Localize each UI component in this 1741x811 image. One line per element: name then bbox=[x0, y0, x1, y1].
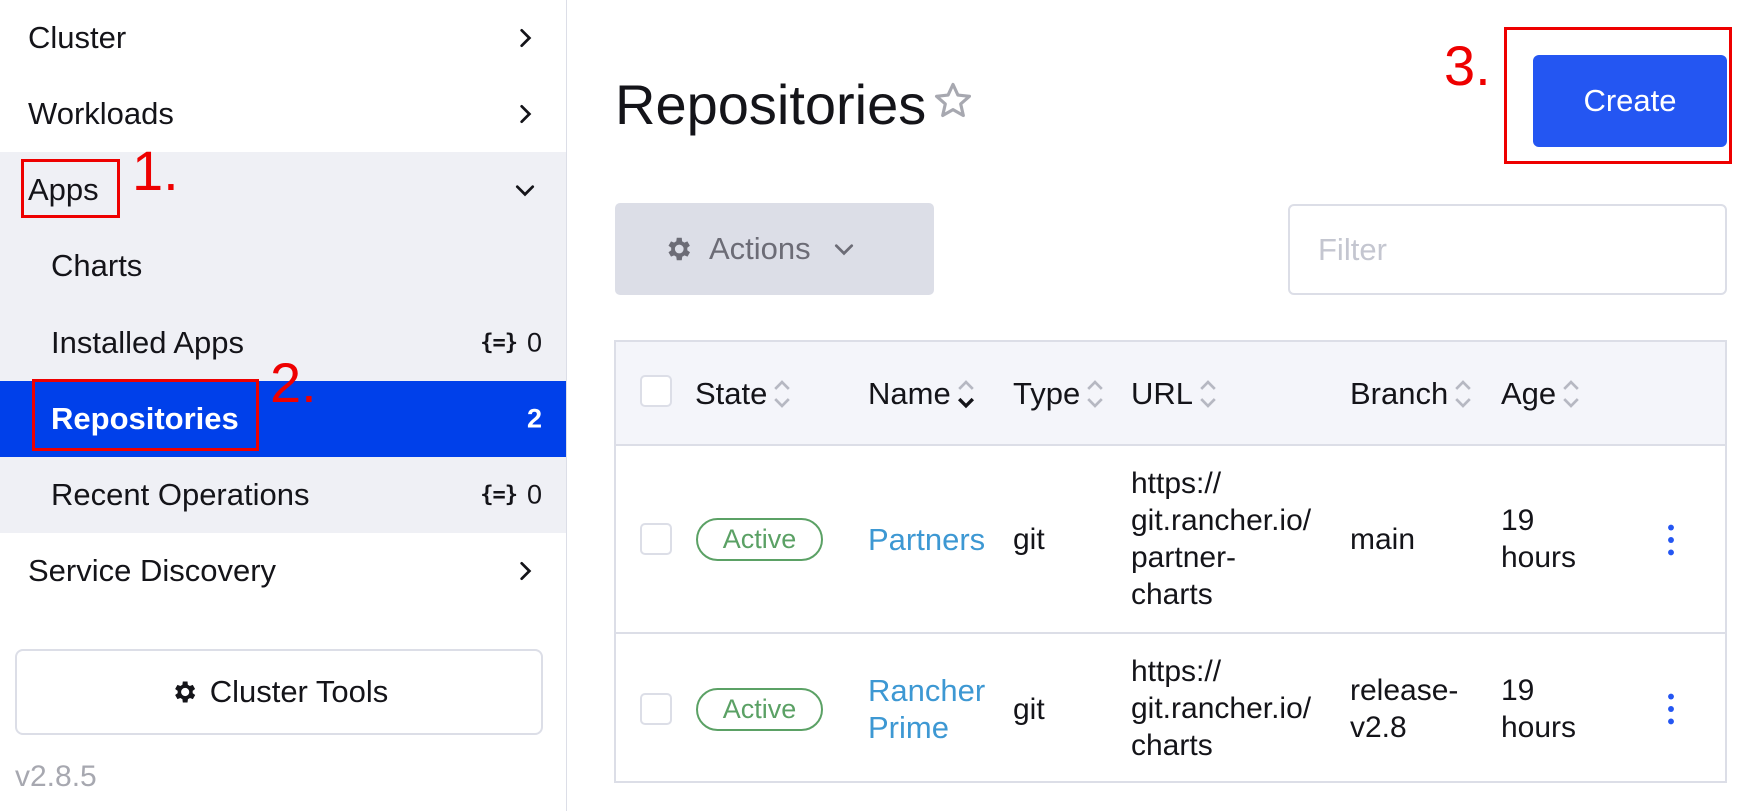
sidebar-item-label: Recent Operations bbox=[51, 477, 310, 512]
row-checkbox[interactable] bbox=[640, 523, 672, 555]
gear-icon bbox=[668, 237, 690, 261]
repository-name-link[interactable]: Rancher Prime bbox=[868, 672, 985, 746]
column-header-age[interactable]: Age bbox=[1501, 342, 1582, 446]
column-header-url[interactable]: URL bbox=[1131, 342, 1219, 446]
annotation-number: 1. bbox=[132, 139, 179, 202]
url-line: charts bbox=[1131, 729, 1213, 762]
table-header: State Name Type URL Branch Age bbox=[616, 342, 1725, 446]
type-cell: git bbox=[1013, 693, 1045, 726]
namespace-icon: {=} bbox=[480, 330, 518, 356]
cluster-tools-label: Cluster Tools bbox=[209, 674, 389, 709]
repositories-table: State Name Type URL Branch Age Active Pa… bbox=[614, 340, 1727, 783]
column-header-name[interactable]: Name bbox=[868, 342, 977, 446]
filter-input[interactable] bbox=[1288, 204, 1727, 295]
url-line: git.rancher.io/ bbox=[1131, 504, 1312, 537]
chevron-right-icon bbox=[520, 104, 532, 124]
type-cell: git bbox=[1013, 523, 1045, 556]
chevron-right-icon bbox=[520, 28, 532, 48]
sort-icon bbox=[774, 380, 791, 408]
star-icon[interactable] bbox=[932, 80, 974, 122]
row-checkbox[interactable] bbox=[640, 693, 672, 725]
annotation-number: 2. bbox=[270, 351, 317, 414]
table-row: Active Rancher Prime git https:// git.ra… bbox=[616, 636, 1725, 783]
repository-name-link[interactable]: Partners bbox=[868, 521, 985, 558]
annotation-box-apps bbox=[21, 159, 120, 218]
column-header-state[interactable]: State bbox=[695, 342, 793, 446]
sidebar-group-workloads[interactable]: Workloads bbox=[0, 76, 566, 152]
sort-icon bbox=[957, 380, 974, 409]
sidebar-item-count: {=} 0 bbox=[480, 328, 542, 359]
column-header-type[interactable]: Type bbox=[1013, 342, 1106, 446]
annotation-number: 3. bbox=[1444, 34, 1491, 97]
branch-line: main bbox=[1350, 523, 1416, 556]
count-value: 2 bbox=[526, 403, 542, 434]
sidebar-group-service-discovery[interactable]: Service Discovery bbox=[0, 533, 566, 609]
column-header-label: Name bbox=[868, 376, 951, 411]
branch-line: v2.8 bbox=[1350, 711, 1407, 744]
cluster-tools-button[interactable]: Cluster Tools bbox=[15, 649, 543, 735]
column-header-label: Type bbox=[1013, 376, 1081, 411]
actions-button[interactable]: Actions bbox=[615, 203, 934, 295]
url-line: charts bbox=[1131, 578, 1213, 611]
sort-icon bbox=[1200, 380, 1216, 408]
url-line: partner- bbox=[1131, 541, 1237, 574]
sidebar-item-count: 2 bbox=[527, 404, 542, 435]
sort-icon bbox=[1563, 380, 1579, 408]
sidebar-group-cluster[interactable]: Cluster bbox=[0, 0, 566, 76]
kebab-menu-icon[interactable] bbox=[1661, 523, 1681, 557]
annotation-box-repositories bbox=[32, 379, 259, 451]
age-line: 19 bbox=[1501, 674, 1535, 707]
sort-icon bbox=[1087, 380, 1103, 408]
url-line: git.rancher.io/ bbox=[1131, 692, 1312, 725]
sidebar-group-label: Cluster bbox=[28, 20, 127, 55]
url-line: https:// bbox=[1131, 467, 1222, 500]
actions-label: Actions bbox=[709, 231, 811, 266]
version-label: v2.8.5 bbox=[15, 760, 97, 793]
name-line: Prime bbox=[868, 710, 949, 745]
sidebar-item-label: Installed Apps bbox=[51, 325, 245, 360]
branch-line: release- bbox=[1350, 674, 1459, 707]
url-cell: https:// git.rancher.io/ partner- charts bbox=[1131, 465, 1311, 613]
age-line: hours bbox=[1501, 711, 1577, 744]
branch-cell: main bbox=[1350, 521, 1415, 558]
sidebar-item-charts[interactable]: Charts bbox=[0, 228, 566, 304]
column-header-label: URL bbox=[1131, 376, 1194, 411]
name-line: Rancher bbox=[868, 673, 986, 708]
sidebar-item-count: {=} 0 bbox=[480, 480, 542, 511]
chevron-right-icon bbox=[520, 561, 532, 581]
column-header-label: Branch bbox=[1350, 376, 1449, 411]
sidebar-item-label: Charts bbox=[51, 248, 143, 283]
age-line: hours bbox=[1501, 541, 1577, 574]
kebab-menu-icon[interactable] bbox=[1661, 692, 1681, 726]
url-cell: https:// git.rancher.io/ charts bbox=[1131, 653, 1311, 764]
sidebar-group-label: Service Discovery bbox=[28, 553, 277, 588]
age-cell: 19 hours bbox=[1501, 502, 1576, 576]
sidebar-item-recent-operations[interactable]: Recent Operations {=} 0 bbox=[0, 457, 566, 533]
sidebar-group-label: Workloads bbox=[28, 96, 174, 131]
url-line: https:// bbox=[1131, 655, 1222, 688]
table-row: Active Partners git https:// git.rancher… bbox=[616, 446, 1725, 634]
count-value: 0 bbox=[526, 327, 542, 358]
column-header-label: Age bbox=[1501, 376, 1557, 411]
count-value: 0 bbox=[526, 479, 542, 510]
branch-cell: release- v2.8 bbox=[1350, 672, 1458, 746]
age-line: 19 bbox=[1501, 504, 1535, 537]
chevron-down-icon bbox=[515, 185, 535, 197]
column-header-branch[interactable]: Branch bbox=[1350, 342, 1474, 446]
status-badge: Active bbox=[696, 518, 823, 561]
column-header-label: State bbox=[695, 376, 768, 411]
chevron-down-icon bbox=[834, 244, 853, 256]
status-badge: Active bbox=[696, 688, 823, 731]
gear-icon bbox=[174, 681, 195, 703]
select-all-checkbox[interactable] bbox=[640, 375, 672, 407]
age-cell: 19 hours bbox=[1501, 672, 1576, 746]
page-title: Repositories bbox=[615, 73, 927, 136]
annotation-box-create bbox=[1504, 27, 1732, 164]
namespace-icon: {=} bbox=[480, 482, 518, 508]
sort-icon bbox=[1455, 380, 1471, 408]
